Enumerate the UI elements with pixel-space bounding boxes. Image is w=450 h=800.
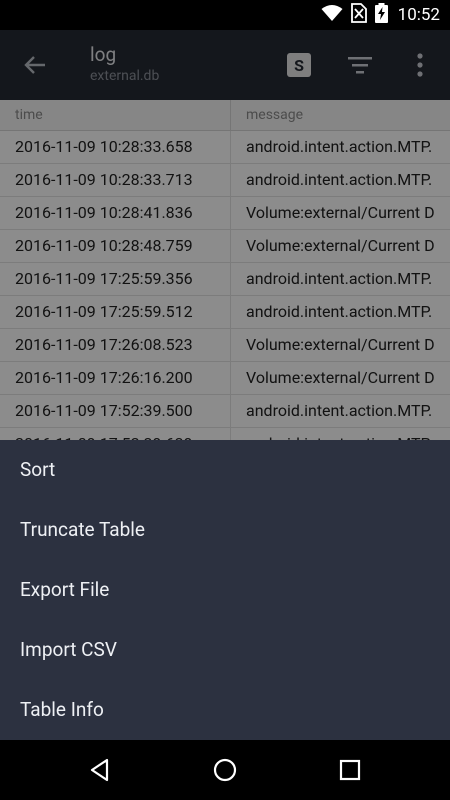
menu-item-table-info[interactable]: Table Info xyxy=(0,680,450,740)
nav-recents-button[interactable] xyxy=(335,755,365,785)
status-time: 10:52 xyxy=(397,5,440,25)
modal-scrim[interactable] xyxy=(0,30,450,440)
bottom-sheet-menu: Sort Truncate Table Export File Import C… xyxy=(0,440,450,740)
nav-home-icon xyxy=(213,758,237,782)
battery-charging-icon xyxy=(374,3,388,27)
no-sim-icon xyxy=(350,3,367,27)
menu-item-import-csv[interactable]: Import CSV xyxy=(0,620,450,680)
menu-item-sort[interactable]: Sort xyxy=(0,440,450,500)
status-bar: 10:52 xyxy=(0,0,450,30)
navigation-bar xyxy=(0,740,450,800)
nav-back-button[interactable] xyxy=(85,755,115,785)
nav-back-icon xyxy=(90,758,109,782)
menu-item-truncate-table[interactable]: Truncate Table xyxy=(0,500,450,560)
screen: 10:52 log external.db S time message 201… xyxy=(0,0,450,800)
nav-home-button[interactable] xyxy=(210,755,240,785)
wifi-icon xyxy=(321,4,343,26)
menu-item-export-file[interactable]: Export File xyxy=(0,560,450,620)
status-icons: 10:52 xyxy=(321,0,440,30)
nav-recents-icon xyxy=(339,759,361,781)
